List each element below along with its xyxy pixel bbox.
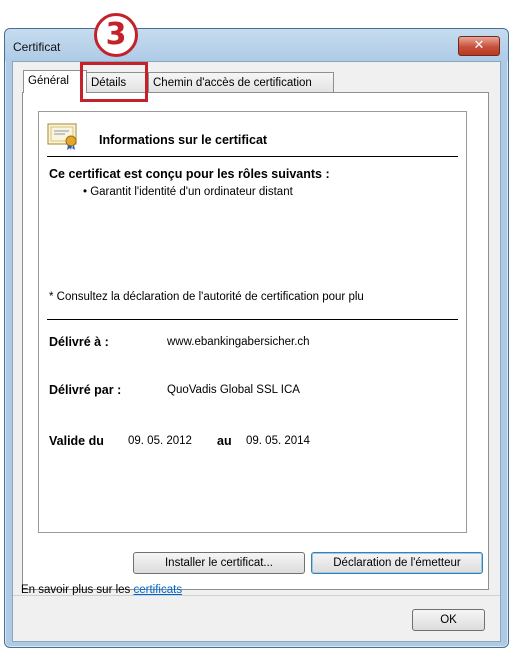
issued-by-value: QuoVadis Global SSL ICA [167, 384, 300, 396]
valid-to-label: au [217, 434, 232, 448]
divider [47, 319, 458, 320]
valid-from-value: 09. 05. 2012 [128, 435, 192, 447]
tab-general[interactable]: Général [23, 70, 87, 93]
step-number-badge: 3 [94, 13, 138, 57]
tab-certification-path[interactable]: Chemin d'accès de certification [148, 72, 334, 92]
issuer-statement-button[interactable]: Déclaration de l'émetteur [311, 552, 483, 574]
certificate-dialog: Certificat ✕ Général Détails Chemin d'ac… [4, 28, 509, 648]
window-title: Certificat [13, 40, 61, 54]
title-bar: Certificat ✕ [5, 29, 508, 61]
close-icon: ✕ [473, 38, 485, 53]
certificate-info-box: Informations sur le certificat Ce certif… [38, 111, 467, 533]
roles-heading: Ce certificat est conçu pour les rôles s… [49, 167, 330, 181]
general-tab-panel: Informations sur le certificat Ce certif… [22, 92, 489, 590]
issued-to-label: Délivré à : [49, 335, 109, 349]
valid-to-value: 09. 05. 2014 [246, 435, 310, 447]
divider [13, 595, 500, 596]
divider [47, 156, 458, 157]
role-item: • Garantit l'identité d'un ordinateur di… [83, 186, 293, 198]
ok-button[interactable]: OK [412, 609, 485, 631]
valid-from-label: Valide du [49, 434, 104, 448]
info-title: Informations sur le certificat [99, 133, 268, 147]
install-certificate-button[interactable]: Installer le certificat... [133, 552, 305, 574]
issued-to-value: www.ebankingabersicher.ch [167, 336, 310, 348]
dialog-client-area: Général Détails Chemin d'accès de certif… [12, 61, 501, 642]
certificate-icon [47, 123, 77, 150]
close-button[interactable]: ✕ [458, 36, 500, 56]
cps-note: * Consultez la déclaration de l'autorité… [49, 291, 364, 303]
issued-by-label: Délivré par : [49, 383, 122, 397]
details-tab-highlight [80, 62, 148, 102]
